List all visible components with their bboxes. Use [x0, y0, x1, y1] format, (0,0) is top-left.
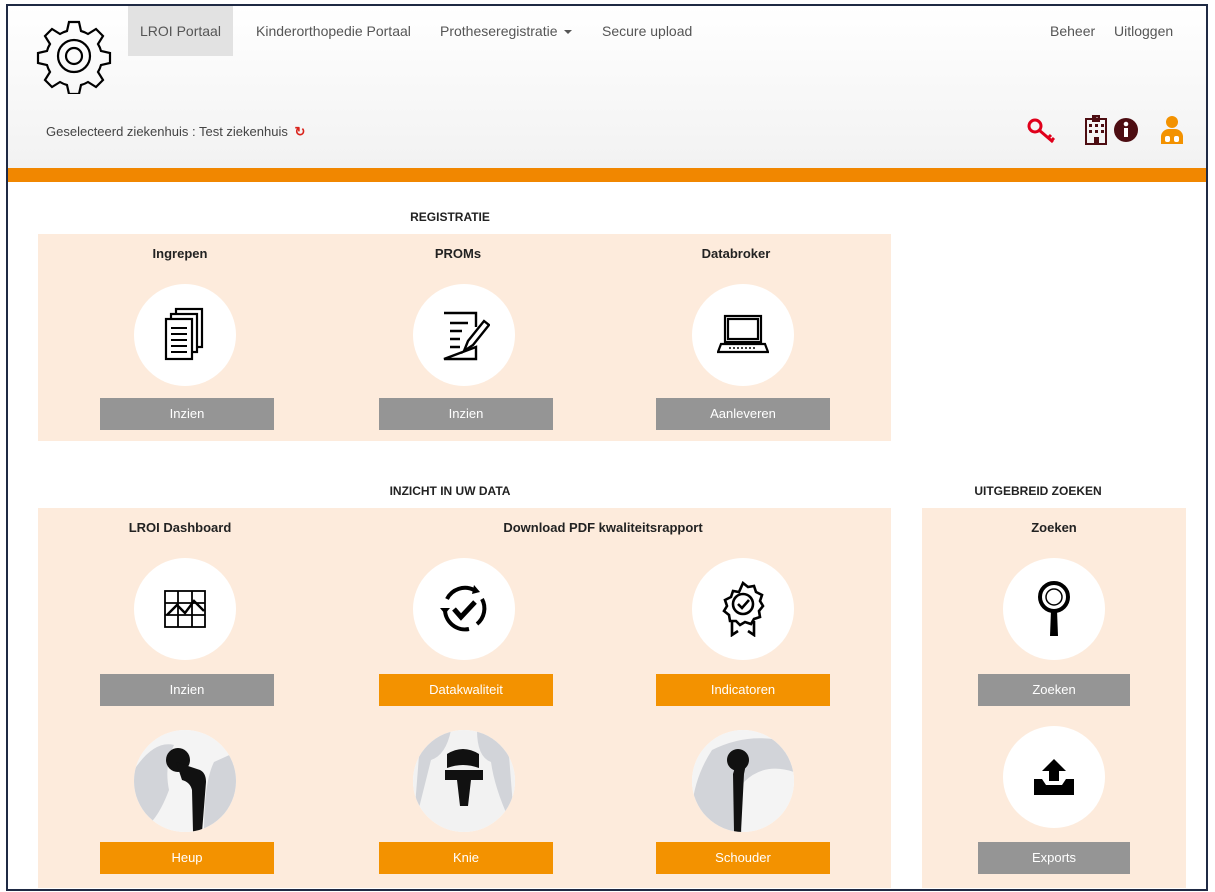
portal-window: LROI Portaal Kinderorthopedie Portaal Pr… [6, 4, 1208, 891]
dashboard-circle [134, 558, 236, 660]
heup-button[interactable]: Heup [100, 842, 274, 874]
key-icon[interactable] [1026, 114, 1060, 146]
nav-protheseregistratie[interactable]: Protheseregistratie [428, 6, 584, 56]
selected-hospital: Geselecteerd ziekenhuis : Test ziekenhui… [46, 124, 305, 140]
documents-icon [164, 307, 204, 361]
col-title-databroker: Databroker [701, 246, 771, 261]
col-title-ingrepen: Ingrepen [152, 246, 208, 261]
nav-lroi-portaal[interactable]: LROI Portaal [128, 6, 233, 56]
databroker-circle [692, 284, 794, 386]
info-icon[interactable] [1112, 114, 1140, 146]
heup-circle [134, 730, 236, 832]
indicatoren-circle [692, 558, 794, 660]
col-title-proms: PROMs [434, 246, 482, 261]
schouder-button[interactable]: Schouder [656, 842, 830, 874]
col-title-download-pdf: Download PDF kwaliteitsrapport [503, 520, 703, 535]
databroker-aanleveren-button[interactable]: Aanleveren [656, 398, 830, 430]
knie-circle [413, 730, 515, 832]
header-accent-bar [8, 168, 1206, 182]
ingrepen-circle [134, 284, 236, 386]
indicatoren-button[interactable]: Indicatoren [656, 674, 830, 706]
nav-beheer[interactable]: Beheer [1038, 6, 1107, 56]
export-tray-icon [1034, 759, 1074, 795]
hip-prosthesis-icon [134, 730, 236, 832]
shoulder-prosthesis-icon [692, 730, 794, 832]
section-title-registratie: REGISTRATIE [410, 210, 490, 224]
laptop-icon [717, 314, 769, 354]
header: LROI Portaal Kinderorthopedie Portaal Pr… [8, 6, 1206, 168]
schouder-circle [692, 730, 794, 832]
magnifier-icon [1038, 581, 1070, 636]
col-title-lroi-dashboard: LROI Dashboard [128, 520, 232, 535]
section-title-inzicht: INZICHT IN UW DATA [389, 484, 511, 498]
dashboard-inzien-button[interactable]: Inzien [100, 674, 274, 706]
check-cycle-icon [440, 585, 487, 632]
datakwaliteit-button[interactable]: Datakwaliteit [379, 674, 553, 706]
caret-down-icon [563, 30, 572, 35]
ingrepen-inzien-button[interactable]: Inzien [100, 398, 274, 430]
proms-inzien-button[interactable]: Inzien [379, 398, 553, 430]
nav-uitloggen[interactable]: Uitloggen [1102, 6, 1185, 56]
exports-button[interactable]: Exports [978, 842, 1130, 874]
hospital-building-icon[interactable] [1082, 114, 1112, 146]
form-pen-icon [443, 311, 490, 361]
knee-prosthesis-icon [413, 730, 515, 832]
nav-kinderorthopedie-portaal[interactable]: Kinderorthopedie Portaal [244, 6, 423, 56]
proms-circle [413, 284, 515, 386]
knie-button[interactable]: Knie [379, 842, 553, 874]
gear-logo-icon[interactable] [36, 18, 112, 94]
nav-protheseregistratie-label: Protheseregistratie [440, 23, 558, 39]
col-title-zoeken: Zoeken [1031, 520, 1077, 535]
zoeken-button[interactable]: Zoeken [978, 674, 1130, 706]
award-icon [722, 581, 765, 637]
refresh-icon[interactable]: ↻ [294, 124, 305, 140]
zoeken-circle [1003, 558, 1105, 660]
nav-secure-upload[interactable]: Secure upload [590, 6, 704, 56]
user-role-icon[interactable] [1158, 114, 1186, 146]
section-title-uitgebreid-zoeken: UITGEBREID ZOEKEN [974, 484, 1102, 498]
datakwaliteit-circle [413, 558, 515, 660]
chart-icon [164, 590, 206, 628]
selected-hospital-label: Geselecteerd ziekenhuis : Test ziekenhui… [46, 124, 288, 139]
exports-circle [1003, 726, 1105, 828]
